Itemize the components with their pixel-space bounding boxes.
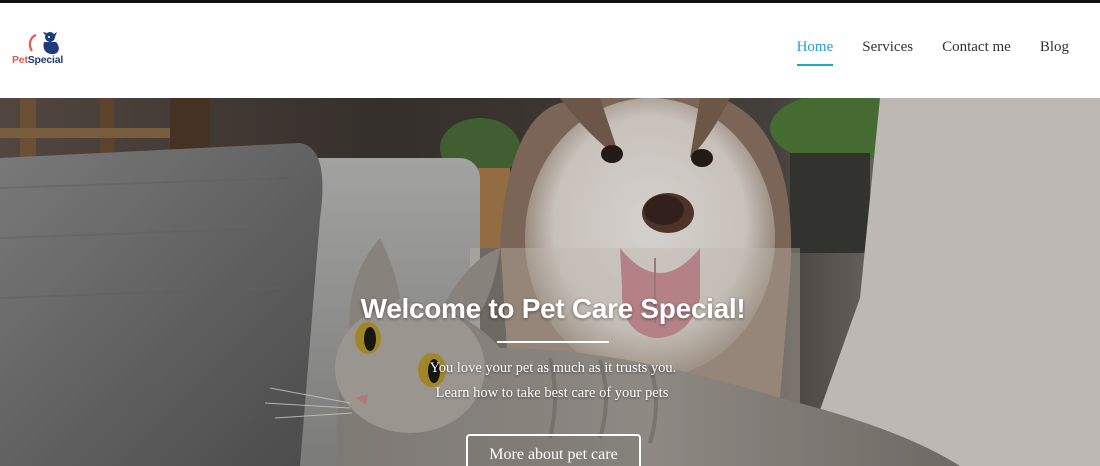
logo-text-pet: Pet: [12, 54, 28, 66]
nav-item-services[interactable]: Services: [862, 39, 913, 66]
site-header: PetSpecial Home Services Contact me Blog: [0, 3, 1100, 98]
nav-link-blog[interactable]: Blog: [1040, 39, 1069, 66]
nav-item-contact[interactable]: Contact me: [942, 39, 1011, 66]
more-about-pet-care-button[interactable]: More about pet care: [466, 434, 641, 466]
nav-link-home[interactable]: Home: [796, 39, 834, 66]
nav-item-blog[interactable]: Blog: [1040, 39, 1069, 66]
logo-text-special: Special: [27, 54, 64, 66]
main-nav: Home Services Contact me Blog: [796, 39, 1069, 69]
hero-title: Welcome to Pet Care Special!: [360, 293, 746, 324]
logo-wordmark: PetSpecial: [12, 54, 63, 66]
hero-content: Welcome to Pet Care Special! You love yo…: [0, 98, 1100, 466]
nav-link-services[interactable]: Services: [862, 39, 913, 66]
hero-section: Welcome to Pet Care Special! You love yo…: [0, 98, 1100, 466]
site-logo[interactable]: PetSpecial: [12, 29, 74, 73]
hero-subtitle-line1: You love your pet as much as it trusts y…: [429, 360, 677, 376]
nav-item-home[interactable]: Home: [796, 39, 834, 66]
nav-link-contact[interactable]: Contact me: [942, 39, 1011, 66]
dog-logo-icon: [28, 32, 59, 55]
hero-divider: [497, 341, 609, 343]
hero-subtitle-line2: Learn how to take best care of your pets: [435, 385, 669, 401]
